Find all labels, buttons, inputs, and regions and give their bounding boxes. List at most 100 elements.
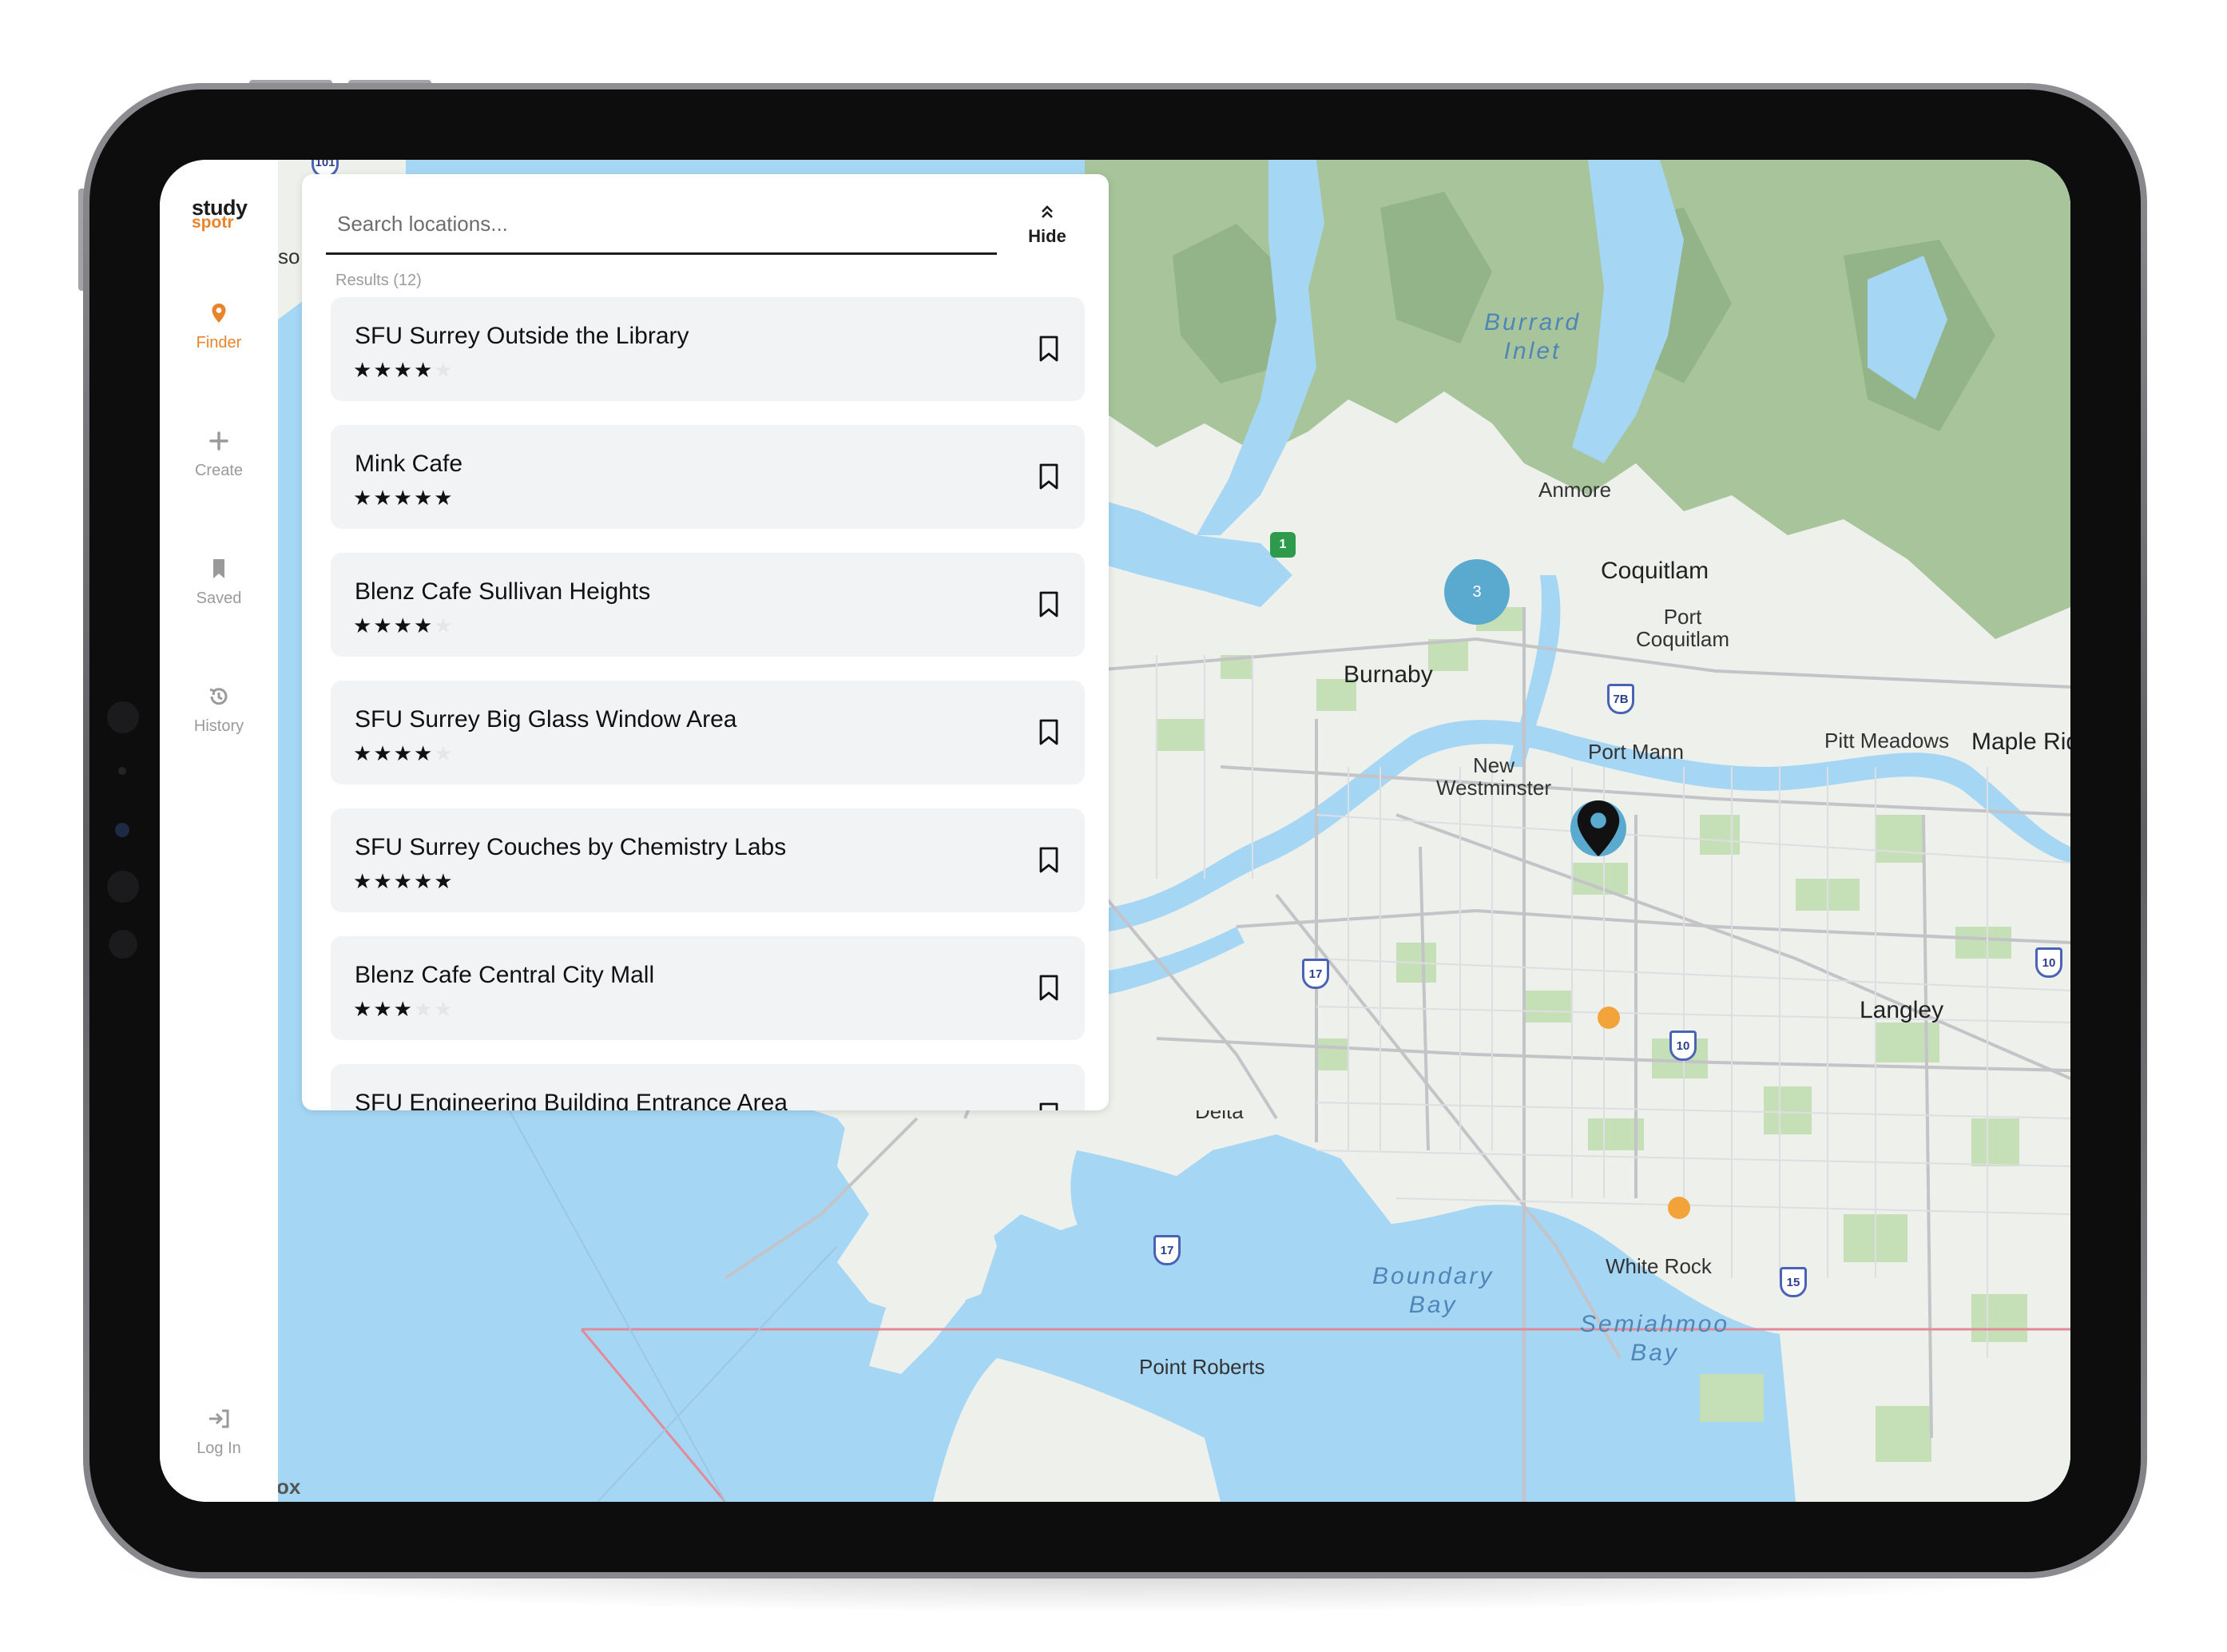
star-rating: ★★★★★ [353,358,455,383]
app-screen: Burrard Inlet Anmore Coquitlam Port Coqu… [160,160,2070,1502]
results-count: Results (12) [335,272,422,289]
sidebar-item-finder[interactable]: Finder [160,297,278,352]
star-icon: ★ [434,358,455,382]
star-icon: ★ [413,741,435,765]
bookmark-icon[interactable] [1038,975,1059,1002]
result-card[interactable]: SFU Surrey Big Glass Window Area ★★★★★ [331,681,1085,784]
result-title: SFU Surrey Outside the Library [355,323,689,349]
star-icon: ★ [373,358,394,382]
star-icon: ★ [353,614,374,637]
result-title: Blenz Cafe Central City Mall [355,962,655,988]
sidebar: study spotr Finder Create Saved History … [160,160,278,1502]
result-card[interactable]: Mink Cafe ★★★★★ [331,425,1085,529]
map-label-white-rock: White Rock [1606,1254,1712,1278]
map-label-text: Coquitlam [1636,627,1730,651]
bookmark-icon[interactable] [1038,591,1059,618]
map-label-text: Bay [1408,1292,1458,1318]
sidebar-item-label: Create [194,462,244,479]
login-button[interactable]: Log In [160,1403,278,1458]
search-input[interactable] [335,203,986,244]
star-icon: ★ [434,486,455,510]
star-icon: ★ [393,741,414,765]
map-label-text: Burrard [1484,309,1582,336]
result-title: SFU Surrey Big Glass Window Area [355,706,737,733]
star-icon: ★ [373,997,394,1021]
chevron-double-up-icon [1042,205,1053,218]
map-label-text: Inlet [1503,338,1562,364]
star-icon: ★ [393,486,414,510]
map-label-coquitlam: Coquitlam [1601,558,1709,584]
star-icon: ★ [434,869,455,893]
sidebar-item-history[interactable]: History [160,681,278,736]
star-icon: ★ [413,358,435,382]
result-title: Blenz Cafe Sullivan Heights [355,578,651,605]
login-label: Log In [196,1440,241,1457]
result-card[interactable]: SFU Surrey Couches by Chemistry Labs ★★★★… [331,808,1085,912]
map-pin-icon [1577,800,1620,856]
star-icon: ★ [434,614,455,637]
bookmark-icon[interactable] [1038,847,1059,874]
map-label-boundary-bay: Boundary Bay [1372,1262,1494,1320]
star-icon: ★ [393,997,414,1021]
result-title: SFU Engineering Building Entrance Area [355,1090,788,1110]
sensor-icon [107,701,139,733]
star-icon: ★ [413,869,435,893]
map-label-text: Semiahmoo [1580,1311,1730,1337]
hide-label: Hide [1028,226,1066,246]
selected-location-marker[interactable] [1570,800,1626,856]
sensor-icon [107,871,139,903]
star-icon: ★ [413,486,435,510]
result-card[interactable]: SFU Surrey Outside the Library ★★★★★ [331,297,1085,401]
map-pin-icon [212,304,226,323]
bookmark-icon[interactable] [1038,719,1059,746]
map-label-semiahmoo-bay: Semiahmoo Bay [1580,1310,1729,1368]
results-list[interactable]: SFU Surrey Outside the Library ★★★★★ Mink … [331,297,1085,1110]
map-attribution[interactable]: ox [276,1475,300,1499]
bookmark-icon[interactable] [1038,1102,1059,1110]
map-label-point-roberts: Point Roberts [1139,1355,1265,1379]
star-icon: ★ [393,869,414,893]
star-rating: ★★★★★ [353,869,455,894]
sidebar-item-saved[interactable]: Saved [160,553,278,608]
app-logo[interactable]: study spotr [192,197,256,232]
search-field [326,195,997,255]
bookmark-icon[interactable] [1038,463,1059,490]
hide-panel-button[interactable]: Hide [1021,203,1074,247]
sidebar-item-label: Finder [196,334,242,351]
result-card[interactable]: Blenz Cafe Central City Mall ★★★★★ [331,936,1085,1040]
login-icon [209,1409,229,1428]
map-label-pitt-meadows: Pitt Meadows [1824,729,1950,753]
sidebar-item-label: Saved [196,590,242,607]
location-marker[interactable] [1598,1007,1620,1029]
search-panel: Hide Results (12) SFU Surrey Outside the… [302,174,1109,1110]
bookmark-icon [213,559,224,578]
star-icon: ★ [373,869,394,893]
map-label-new-westminster: New Westminster [1436,754,1551,799]
sidebar-item-create[interactable]: Create [160,425,278,480]
star-icon: ★ [413,614,435,637]
sidebar-item-label: History [193,717,244,735]
result-card[interactable]: SFU Engineering Building Entrance Area★★… [331,1064,1085,1110]
star-icon: ★ [353,358,374,382]
star-icon: ★ [353,997,374,1021]
map-label-text: Westminster [1436,776,1551,800]
map-label-text: Port [1663,605,1702,629]
star-icon: ★ [353,486,374,510]
location-marker[interactable] [1668,1197,1690,1219]
star-icon: ★ [434,741,455,765]
map-label-burrard-inlet: Burrard Inlet [1484,308,1581,366]
result-card[interactable]: Blenz Cafe Sullivan Heights ★★★★★ [331,553,1085,657]
star-rating: ★★★★★ [353,741,455,766]
map-label-burnaby: Burnaby [1344,661,1433,688]
star-icon: ★ [353,869,374,893]
map-cluster-marker[interactable]: 3 [1444,559,1510,625]
map-label-port-coquitlam: Port Coquitlam [1636,606,1729,650]
result-title: SFU Surrey Couches by Chemistry Labs [355,834,787,860]
camera-icon [115,823,129,837]
star-icon: ★ [353,741,374,765]
highway-shield: 10 [2035,947,2062,978]
bookmark-icon[interactable] [1038,336,1059,363]
result-title: Mink Cafe [355,451,463,477]
map-label-anmore: Anmore [1538,478,1612,502]
highway-shield: 15 [1780,1267,1807,1297]
